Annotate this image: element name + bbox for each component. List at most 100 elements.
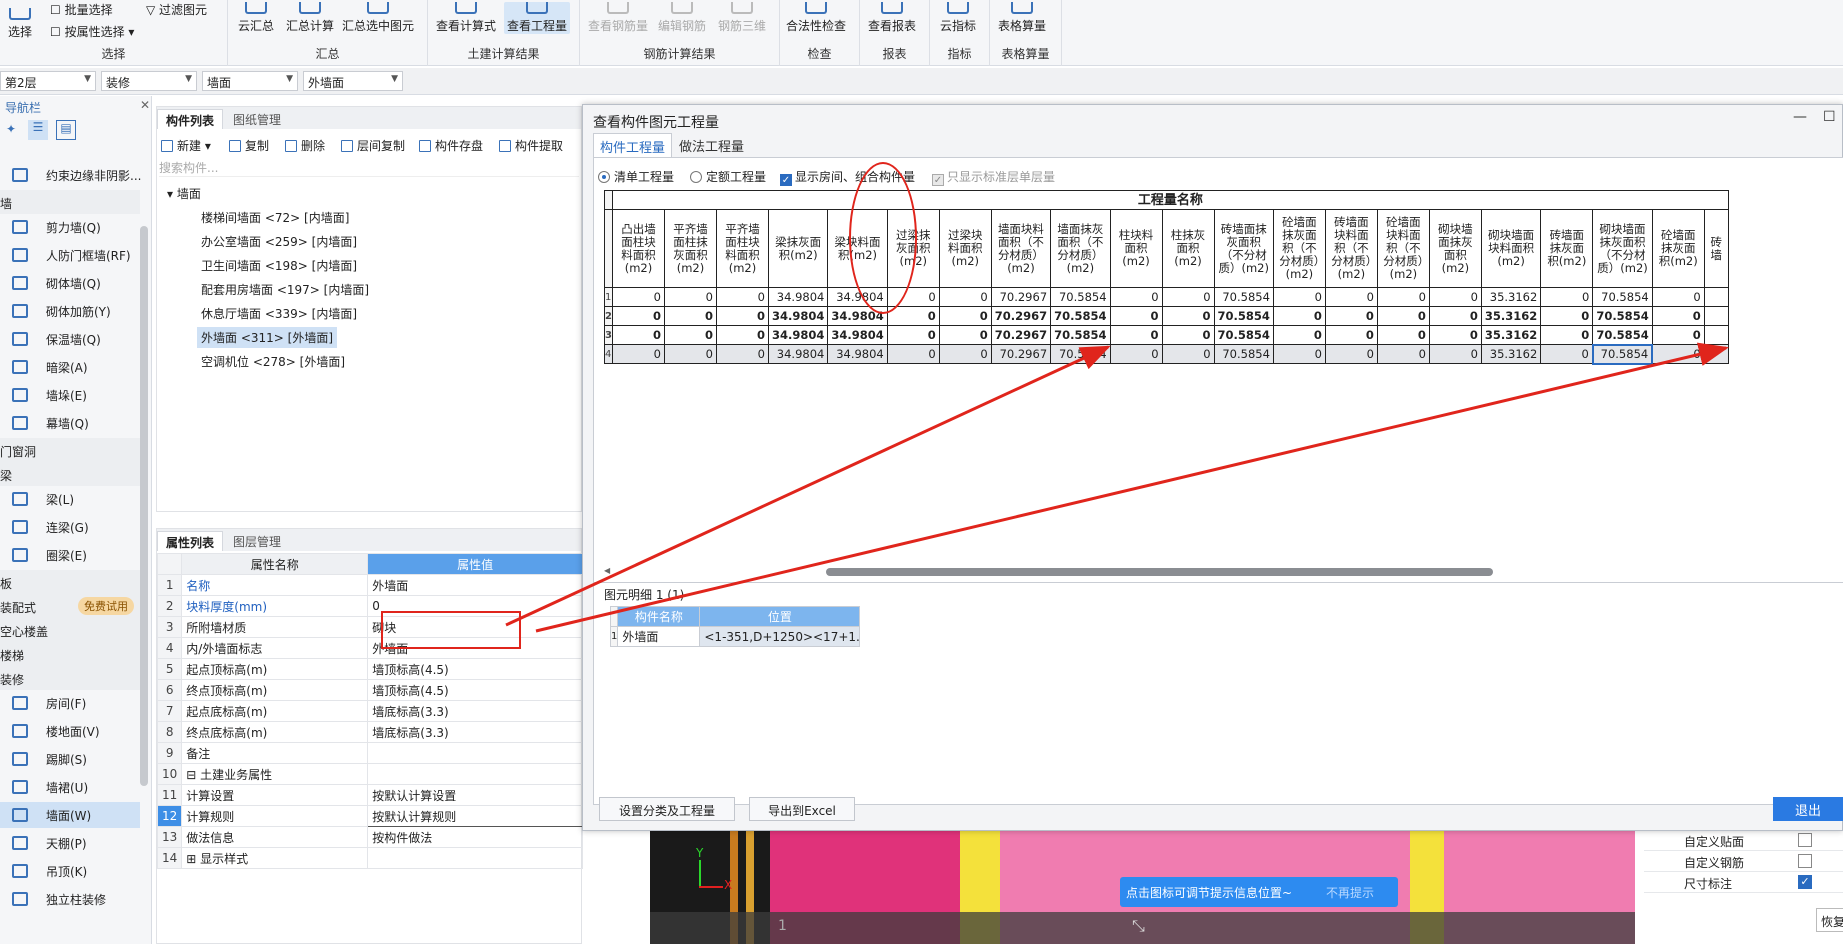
summary-selected-button[interactable]: 汇总选中图元 xyxy=(342,2,414,34)
property-value[interactable]: 按构件做法 xyxy=(367,826,583,848)
table-cell[interactable]: 70.5854 xyxy=(1213,344,1274,364)
save-component-button[interactable]: 构件存盘 xyxy=(419,137,483,154)
nav-category[interactable]: 墙 xyxy=(0,190,140,214)
tree-item[interactable]: 办公室墙面 <259> [内墙面] xyxy=(197,231,361,252)
property-value[interactable]: 墙顶标高(4.5) xyxy=(367,658,583,680)
table-cell[interactable]: 0 xyxy=(886,344,940,364)
std-floor-only-checkbox[interactable]: ✓ 只显示标准层单层量 xyxy=(932,168,1055,186)
tab-component-qty[interactable]: 构件工程量 xyxy=(593,133,673,157)
restore-button[interactable]: 恢复 xyxy=(1816,908,1843,932)
nav-item[interactable]: 墙裙(U) xyxy=(0,774,140,800)
list-qty-radio[interactable]: 清单工程量 xyxy=(598,168,674,185)
tab-layer-manage[interactable]: 图层管理 xyxy=(225,531,289,551)
table-cell[interactable]: 0 xyxy=(1161,306,1215,326)
table-cell[interactable]: 0 xyxy=(1324,306,1378,326)
property-row[interactable]: 1 名称 外墙面 xyxy=(156,574,583,596)
table-cell[interactable]: 70.5854 xyxy=(1050,325,1111,345)
table-cell[interactable]: 0 xyxy=(1109,325,1163,345)
table-cell[interactable]: 0 xyxy=(611,344,665,364)
tree-item[interactable]: 空调机位 <278> [外墙面] xyxy=(197,351,349,372)
table-cell[interactable]: 0 xyxy=(715,287,769,307)
table-cell[interactable]: 70.5854 xyxy=(1213,306,1274,326)
property-row[interactable]: 7 起点底标高(m) 墙底标高(3.3) xyxy=(156,700,583,722)
nav-item[interactable]: 吊顶(K) xyxy=(0,858,140,884)
table-cell[interactable]: 70.2967 xyxy=(990,344,1052,364)
collapse-icon[interactable]: ⤡ xyxy=(1132,916,1145,936)
tab-method-qty[interactable]: 做法工程量 xyxy=(673,133,750,157)
table-row[interactable]: 4 0 0 0 34.9804 34.9804 0 0 70.2967 70.5854 0 0 70.5… xyxy=(604,343,1729,365)
table-row[interactable]: 2 0 0 0 34.9804 34.9804 0 0 70.2967 70.5854 0 0 70.5… xyxy=(604,306,1729,326)
nav-item[interactable]: 墙面(W) xyxy=(0,802,140,828)
property-row[interactable]: 9 备注 xyxy=(156,742,583,764)
table-cell[interactable]: 0 xyxy=(1428,287,1482,307)
nav-category[interactable]: 装配式 免费试用 xyxy=(0,594,140,618)
export-excel-button[interactable]: 导出到Excel xyxy=(749,797,855,821)
tree-item[interactable]: 休息厅墙面 <339> [内墙面] xyxy=(197,303,361,324)
rebar-3d-button[interactable]: 钢筋三维 xyxy=(718,2,766,34)
batch-select-button[interactable]: ☐ 批量选择 xyxy=(50,1,113,18)
view-formula-button[interactable]: 查看计算式 xyxy=(436,2,496,34)
table-cell[interactable]: 0 xyxy=(611,325,665,345)
tab-drawing-manage[interactable]: 图纸管理 xyxy=(225,109,289,129)
splitter[interactable] xyxy=(594,582,1843,583)
category-select[interactable]: 装修 ▼ xyxy=(101,71,197,91)
custom-rebar-checkbox[interactable] xyxy=(1798,854,1812,868)
table-cell[interactable]: 0 xyxy=(1324,287,1378,307)
nav-item[interactable]: 房间(F) xyxy=(0,690,140,716)
table-cell[interactable]: 0 xyxy=(611,287,665,307)
set-category-button[interactable]: 设置分类及工程量 xyxy=(599,797,735,821)
floor-select[interactable]: 第2层 ▼ xyxy=(0,71,96,91)
table-cell[interactable]: 0 xyxy=(1376,287,1430,307)
view-quantity-button[interactable]: 查看工程量 xyxy=(504,2,571,34)
nav-item[interactable]: 圈梁(E) xyxy=(0,542,140,568)
table-cell[interactable]: 70.2967 xyxy=(990,325,1052,345)
nav-category[interactable]: 空心楼盖 xyxy=(0,618,140,642)
delete-button[interactable]: 删除 xyxy=(285,137,325,154)
table-cell[interactable]: 0 xyxy=(1376,306,1430,326)
extract-component-button[interactable]: 构件提取 xyxy=(499,137,563,154)
property-value[interactable]: 墙底标高(3.3) xyxy=(367,700,583,722)
nav-item[interactable]: 踢脚(S) xyxy=(0,746,140,772)
nav-item[interactable]: 楼地面(V) xyxy=(0,718,140,744)
table-cell[interactable]: 0 xyxy=(1540,306,1594,326)
nav-item[interactable]: 墙垛(E) xyxy=(0,382,140,408)
table-cell[interactable]: 35.3162 xyxy=(1480,287,1542,307)
table-cell[interactable]: 34.9804 xyxy=(767,306,829,326)
summary-calc-button[interactable]: 汇总计算 xyxy=(286,2,334,34)
property-value[interactable] xyxy=(367,847,583,869)
table-qty-button[interactable]: 表格算量 xyxy=(998,2,1046,34)
nav-category[interactable]: 板 xyxy=(0,570,140,594)
table-cell[interactable]: 34.9804 xyxy=(827,325,888,345)
select-button[interactable]: 选择 xyxy=(8,8,32,40)
table-cell[interactable] xyxy=(1703,287,1729,307)
new-button[interactable]: 新建 ▾ xyxy=(161,137,211,154)
nav-item[interactable]: 暗梁(A) xyxy=(0,354,140,380)
property-row[interactable]: 13 做法信息 按构件做法 xyxy=(156,826,583,848)
copy-button[interactable]: 复制 xyxy=(229,137,269,154)
table-cell[interactable]: 70.5854 xyxy=(1050,344,1111,364)
tree-item[interactable]: 外墙面 <311> [外墙面] xyxy=(197,327,338,348)
exit-button[interactable]: 退出 xyxy=(1773,797,1843,821)
nav-item[interactable]: 砌体墙(Q) xyxy=(0,270,140,296)
property-row[interactable]: 5 起点顶标高(m) 墙顶标高(4.5) xyxy=(156,658,583,680)
view-rebar-button[interactable]: 查看钢筋量 xyxy=(588,2,648,34)
dimension-checkbox[interactable]: ✓ xyxy=(1798,875,1812,889)
detail-view-icon[interactable]: ▤ xyxy=(56,120,76,140)
minimize-icon[interactable]: — xyxy=(1793,109,1807,125)
table-cell[interactable]: 0 xyxy=(1109,287,1163,307)
table-row[interactable]: 1 0 0 0 34.9804 34.9804 0 0 70.2967 70.5854 0 0 70.5… xyxy=(604,287,1729,307)
table-cell[interactable]: 0 xyxy=(886,306,940,326)
tree-root[interactable]: ▾ 墙面 xyxy=(167,185,201,202)
nav-category[interactable]: 楼梯 xyxy=(0,642,140,666)
nav-category[interactable]: 梁 xyxy=(0,462,140,486)
property-value[interactable] xyxy=(367,742,583,764)
table-cell[interactable]: 0 xyxy=(715,325,769,345)
table-cell[interactable]: 70.5854 xyxy=(1592,306,1653,326)
filter-elements-button[interactable]: ▽ 过滤图元 xyxy=(146,1,207,18)
table-cell[interactable]: 0 xyxy=(1428,325,1482,345)
table-cell[interactable]: 35.3162 xyxy=(1480,306,1542,326)
table-cell[interactable]: 0 xyxy=(1428,344,1482,364)
table-cell[interactable]: 0 xyxy=(1272,325,1326,345)
table-cell[interactable]: 70.5854 xyxy=(1213,325,1274,345)
property-value[interactable]: 墙底标高(3.3) xyxy=(367,721,583,743)
